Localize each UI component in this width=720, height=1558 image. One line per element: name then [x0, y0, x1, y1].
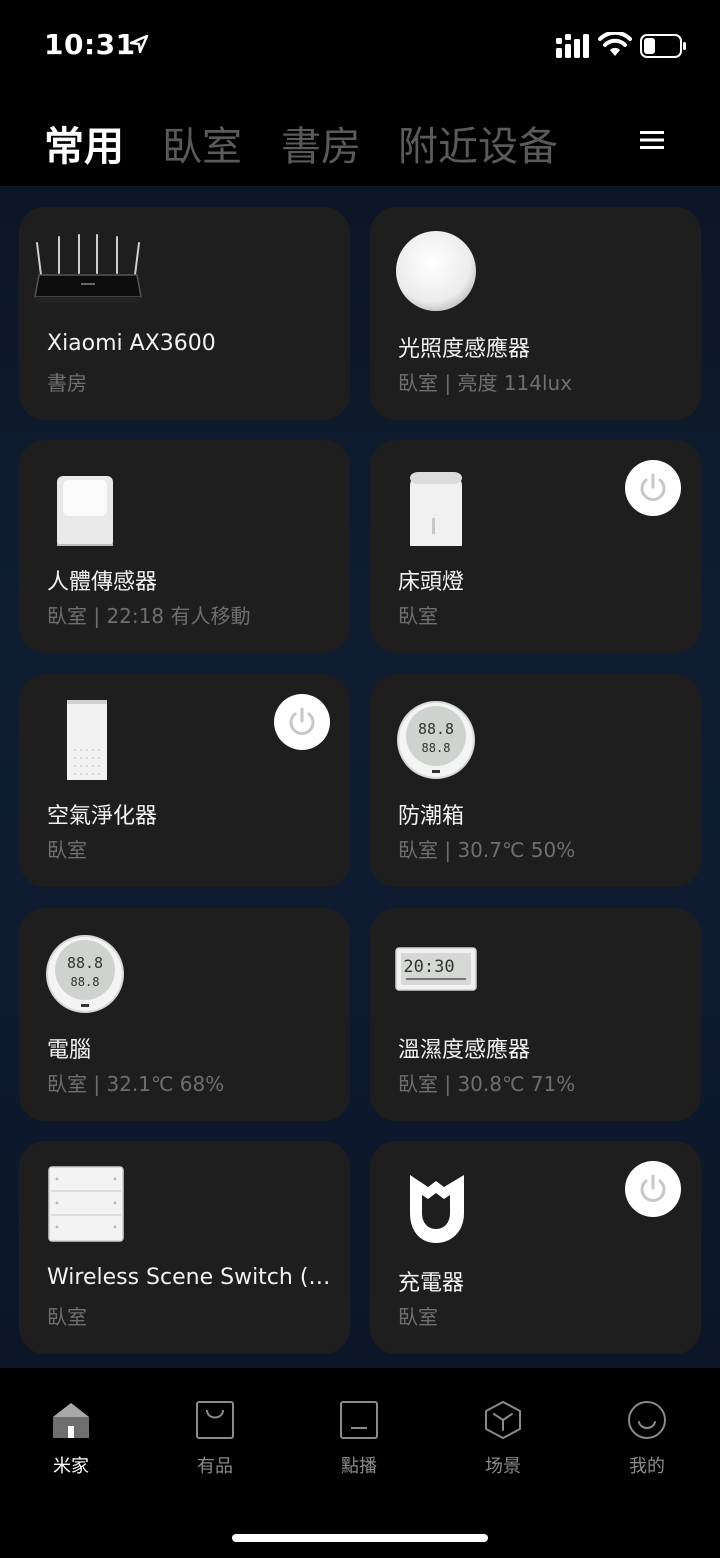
power-button[interactable]: [625, 460, 681, 516]
bottom-nav: 米家 有品 點播 场景 我的: [0, 1368, 720, 1558]
hygrometer-icon: 88.8 88.8: [397, 701, 475, 779]
cube-icon: [485, 1401, 521, 1439]
device-card-light-sensor[interactable]: 光照度感應器 臥室 | 亮度 114lux: [370, 207, 701, 420]
home-indicator[interactable]: [232, 1534, 488, 1542]
device-status: 臥室: [398, 604, 438, 628]
clock-hygrometer-icon: 20:30: [395, 947, 477, 991]
motion-sensor-icon: [57, 476, 113, 546]
device-name: Xiaomi AX3600: [47, 331, 216, 356]
power-button[interactable]: [274, 694, 330, 750]
device-name: Wireless Scene Switch (Fo...: [47, 1265, 337, 1290]
device-name: 防潮箱: [398, 804, 465, 829]
device-name: 溫濕度感應器: [398, 1038, 531, 1063]
nav-item-mijia[interactable]: 米家: [21, 1398, 121, 1478]
media-icon: [340, 1401, 378, 1439]
device-card-temp-humidity-sensor[interactable]: 20:30 溫濕度感應器 臥室 | 30.8℃ 71%: [370, 908, 701, 1121]
mi-logo-icon: [410, 1175, 464, 1243]
menu-icon[interactable]: [640, 130, 664, 150]
power-icon: [289, 707, 315, 735]
nav-label: 场景: [485, 1456, 521, 1477]
air-purifier-icon: [67, 700, 107, 780]
device-card-bedside-lamp[interactable]: 床頭燈 臥室: [370, 440, 701, 653]
device-status: 臥室: [47, 1305, 87, 1329]
nav-label: 有品: [197, 1456, 233, 1477]
nav-label: 米家: [53, 1456, 89, 1477]
device-status: 臥室 | 亮度 114lux: [398, 371, 573, 395]
bedside-lamp-icon: [410, 472, 462, 546]
device-status: 臥室 | 30.7℃ 50%: [398, 838, 576, 862]
device-name: 空氣淨化器: [47, 804, 158, 829]
hygrometer-icon: 88.8 88.8: [46, 935, 124, 1013]
device-name: 充電器: [398, 1271, 465, 1296]
home-icon: [53, 1403, 89, 1438]
battery-icon: [640, 34, 686, 58]
tab-study[interactable]: 書房: [281, 114, 361, 172]
device-card-scene-switch[interactable]: Wireless Scene Switch (Fo... 臥室: [19, 1141, 350, 1354]
room-tab-bar: 常用 臥室 書房 附近设备: [0, 92, 720, 186]
status-bar: 10:31: [0, 0, 720, 92]
wifi-icon: [598, 32, 632, 56]
clock-display: 20:30: [403, 957, 454, 977]
power-icon: [640, 473, 666, 501]
device-status: 臥室 | 30.8℃ 71%: [398, 1072, 576, 1096]
light-sensor-icon: [396, 231, 476, 311]
smile-face-icon: [628, 1401, 666, 1439]
nav-label: 我的: [629, 1456, 665, 1477]
hygrometer-display-top: 88.8: [67, 954, 103, 972]
device-card-dry-cabinet[interactable]: 88.8 88.8 防潮箱 臥室 | 30.7℃ 50%: [370, 674, 701, 887]
cellular-signal-icon: [556, 34, 589, 58]
device-status: 臥室 | 22:18 有人移動: [47, 604, 251, 628]
device-name: 電腦: [47, 1038, 92, 1063]
device-card-router[interactable]: Xiaomi AX3600 書房: [19, 207, 350, 420]
router-icon: [34, 234, 142, 303]
device-status: 臥室: [398, 1305, 438, 1329]
tab-common[interactable]: 常用: [44, 114, 124, 172]
device-status: 臥室 | 32.1℃ 68%: [47, 1072, 225, 1096]
power-button[interactable]: [625, 1161, 681, 1217]
nav-item-media[interactable]: 點播: [309, 1398, 409, 1478]
device-name: 人體傳感器: [47, 570, 158, 595]
tab-bedroom[interactable]: 臥室: [162, 114, 242, 172]
device-status: 臥室: [47, 838, 87, 862]
hygrometer-display-bottom: 88.8: [71, 975, 100, 989]
device-card-air-purifier[interactable]: 空氣淨化器 臥室: [19, 674, 350, 887]
device-name: 床頭燈: [398, 570, 465, 595]
device-card-charger[interactable]: 充電器 臥室: [370, 1141, 701, 1354]
device-card-computer[interactable]: 88.8 88.8 電腦 臥室 | 32.1℃ 68%: [19, 908, 350, 1121]
hygrometer-display-top: 88.8: [418, 720, 454, 738]
power-icon: [640, 1174, 666, 1202]
hygrometer-display-bottom: 88.8: [422, 741, 451, 755]
device-name: 光照度感應器: [398, 337, 531, 362]
nav-item-profile[interactable]: 我的: [597, 1398, 697, 1478]
scene-switch-icon: [48, 1166, 124, 1242]
device-grid: Xiaomi AX3600 書房 光照度感應器 臥室 | 亮度 114lux 人…: [0, 186, 720, 1368]
shopping-bag-icon: [196, 1401, 234, 1439]
tab-nearby-devices[interactable]: 附近设备: [398, 114, 558, 172]
status-time: 10:31: [44, 28, 136, 61]
device-card-motion-sensor[interactable]: 人體傳感器 臥室 | 22:18 有人移動: [19, 440, 350, 653]
nav-item-youpin[interactable]: 有品: [165, 1398, 265, 1478]
location-arrow-icon: [129, 34, 149, 54]
nav-label: 點播: [341, 1456, 377, 1477]
nav-item-scenes[interactable]: 场景: [453, 1398, 553, 1478]
device-status: 書房: [47, 371, 87, 395]
